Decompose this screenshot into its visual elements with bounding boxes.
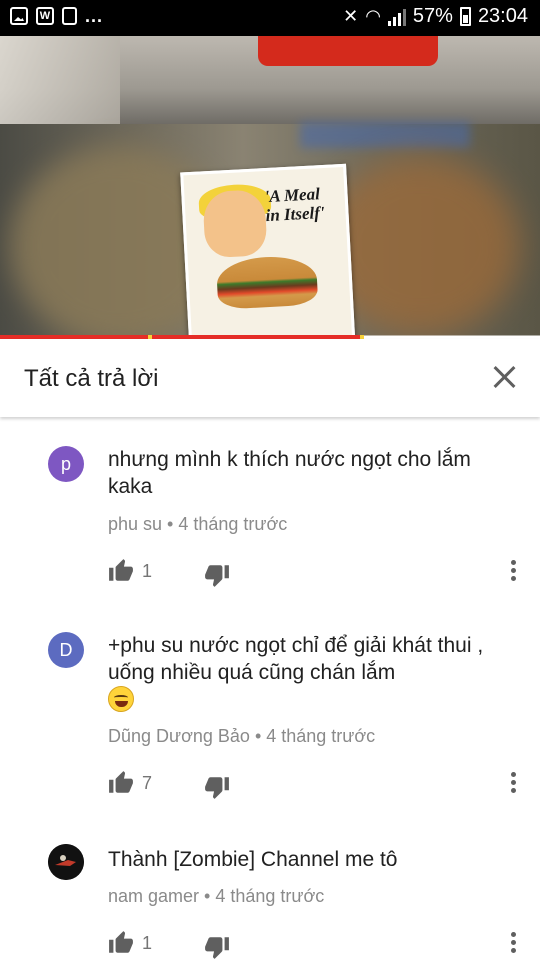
overflow-notifications: ... — [85, 6, 104, 26]
comment-actions: 7 — [108, 770, 528, 800]
comment-meta: nam gamer • 4 tháng trước — [108, 886, 325, 906]
poster-title: 'A Meal in Itself' — [264, 184, 326, 226]
more-options-icon[interactable] — [508, 772, 518, 796]
w-app-icon: W — [36, 7, 54, 25]
signal-icon — [387, 8, 406, 26]
comment-author[interactable]: nam gamer — [108, 886, 199, 906]
like-icon[interactable] — [108, 770, 134, 796]
dislike-icon[interactable] — [204, 774, 230, 800]
clock: 23:04 — [477, 5, 528, 27]
dislike-icon[interactable] — [204, 934, 230, 960]
poster-kid-face — [202, 189, 268, 259]
page-title: Tất cả trả lời — [24, 365, 159, 392]
avatar[interactable]: D — [48, 632, 84, 668]
comment-text: nhưng mình k thích nước ngọt cho lắm kak… — [108, 448, 471, 498]
like-count: 1 — [142, 933, 153, 953]
image-icon — [10, 7, 28, 25]
document-icon — [62, 7, 77, 25]
status-bar: W ... ✕ ◠ 57% 23:04 — [0, 0, 540, 36]
video-frame-blue-sign — [300, 122, 470, 148]
comment-time: 4 tháng trước — [266, 726, 376, 746]
comment-text: +phu su nước ngọt chỉ để giải khát thui … — [108, 634, 484, 684]
battery-icon — [459, 7, 471, 26]
comment-meta: Dũng Dương Bảo • 4 tháng trước — [108, 726, 376, 746]
video-poster-card: 'A Meal in Itself' — [180, 163, 358, 336]
poster-burger — [215, 254, 319, 310]
comment-actions: 1 — [108, 558, 528, 588]
avatar[interactable]: p — [48, 446, 84, 482]
more-options-icon[interactable] — [508, 560, 518, 584]
close-button[interactable] — [488, 361, 520, 393]
video-frame-red-box — [258, 36, 438, 66]
channel-avatar-icon — [48, 844, 84, 880]
comment-actions: 1 — [108, 930, 528, 960]
replies-header: Tất cả trả lời — [0, 339, 540, 417]
comment-text: Thành [Zombie] Channel me tô — [108, 848, 398, 871]
system-icons: ✕ ◠ 57% 23:04 — [343, 5, 528, 28]
comment-meta: phu su • 4 tháng trước — [108, 514, 288, 534]
comment-author[interactable]: Dũng Dương Bảo — [108, 726, 250, 746]
video-player[interactable]: 'A Meal in Itself' — [0, 36, 540, 336]
video-frame-highlight — [0, 36, 120, 124]
like-icon[interactable] — [108, 930, 134, 956]
comment-author[interactable]: phu su — [108, 514, 162, 534]
battery-percent: 57% — [412, 5, 453, 27]
wifi-icon: ◠ — [365, 6, 381, 26]
grinning-sweat-emoji-icon — [108, 686, 134, 712]
notification-icons: W ... — [10, 7, 103, 25]
comment-time: 4 tháng trước — [178, 514, 288, 534]
like-count: 7 — [142, 773, 153, 793]
like-icon[interactable] — [108, 558, 134, 584]
more-options-icon[interactable] — [508, 932, 518, 956]
comment-time: 4 tháng trước — [215, 886, 325, 906]
avatar[interactable] — [48, 844, 84, 880]
mute-icon: ✕ — [343, 6, 359, 26]
like-count: 1 — [142, 561, 153, 581]
dislike-icon[interactable] — [204, 562, 230, 588]
